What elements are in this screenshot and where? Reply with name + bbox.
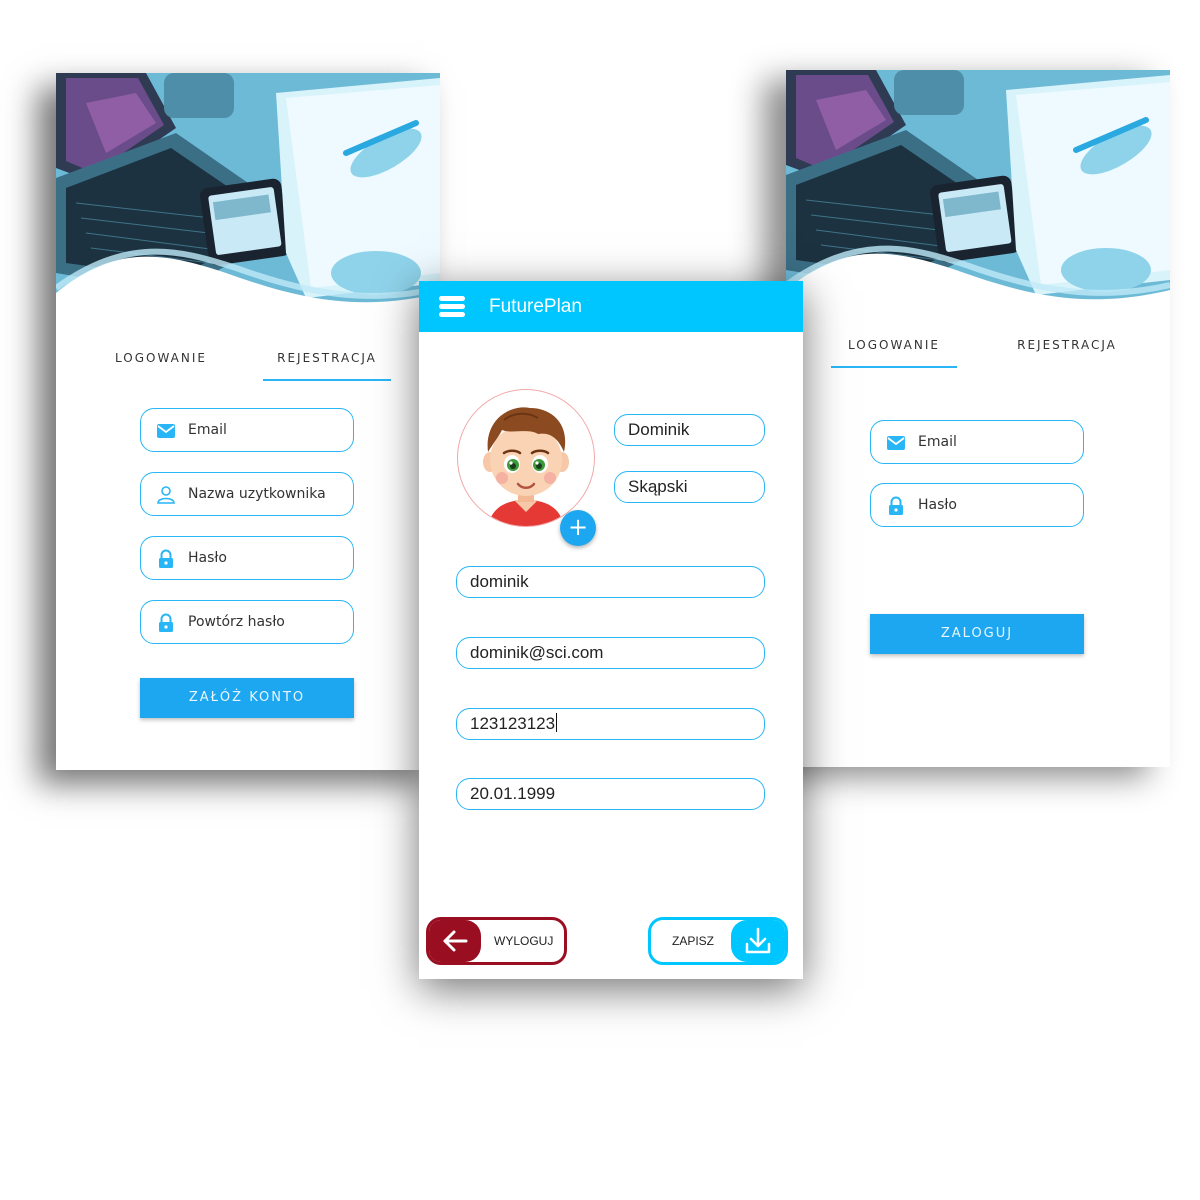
hero-image <box>56 73 440 313</box>
app-title: FuturePlan <box>489 296 582 317</box>
username-input[interactable]: dominik <box>456 566 765 598</box>
tab-login[interactable]: LOGOWANIE <box>831 330 957 368</box>
add-photo-button[interactable]: + <box>560 510 596 546</box>
email-input[interactable]: dominik@sci.com <box>456 637 765 669</box>
birth-date-input[interactable]: 20.01.1999 <box>456 778 765 810</box>
save-icon-area <box>731 920 785 962</box>
user-icon <box>156 485 176 505</box>
password-field[interactable]: Hasło <box>140 536 354 580</box>
email-field-label: Email <box>188 422 227 438</box>
last-name-input[interactable]: Skąpski <box>614 471 765 503</box>
password-field-label: Hasło <box>188 550 227 566</box>
phone-input[interactable]: 123123123 <box>456 708 765 740</box>
lock-icon <box>886 496 906 516</box>
logout-label: WYLOGUJ <box>494 934 554 948</box>
profile-screen: FuturePlan + Dominik Skąpski dominik dom… <box>419 281 803 979</box>
plus-icon: + <box>567 513 589 541</box>
login-screen: LOGOWANIE REJESTRACJA Email Hasło ZALOGU… <box>786 70 1170 767</box>
mail-icon <box>886 433 906 453</box>
register-screen: LOGOWANIE REJESTRACJA Email Nazwa uzytko… <box>56 73 440 770</box>
app-bar: FuturePlan <box>419 281 803 332</box>
email-field-label: Email <box>918 434 957 450</box>
avatar[interactable] <box>457 389 595 527</box>
auth-tabs: LOGOWANIE REJESTRACJA <box>56 343 440 383</box>
lock-icon <box>156 549 176 569</box>
create-account-button[interactable]: ZAŁÓŻ KONTO <box>140 678 354 718</box>
first-name-input[interactable]: Dominik <box>614 414 765 446</box>
tab-login[interactable]: LOGOWANIE <box>101 343 221 381</box>
username-field[interactable]: Nazwa uzytkownika <box>140 472 354 516</box>
password-field[interactable]: Hasło <box>870 483 1084 527</box>
menu-icon[interactable] <box>439 296 465 318</box>
logout-button[interactable]: WYLOGUJ <box>426 917 567 965</box>
text-caret <box>556 713 558 732</box>
lock-icon <box>156 613 176 633</box>
mail-icon <box>156 421 176 441</box>
boy-avatar-icon <box>483 407 569 526</box>
download-icon <box>745 927 771 954</box>
tab-register[interactable]: REJESTRACJA <box>263 343 391 381</box>
save-button[interactable]: ZAPISZ <box>648 917 788 965</box>
hero-image <box>786 70 1170 310</box>
repeat-password-field-label: Powtórz hasło <box>188 614 285 630</box>
email-field[interactable]: Email <box>140 408 354 452</box>
auth-tabs: LOGOWANIE REJESTRACJA <box>786 330 1170 370</box>
login-button[interactable]: ZALOGUJ <box>870 614 1084 654</box>
tab-register[interactable]: REJESTRACJA <box>1006 330 1128 368</box>
repeat-password-field[interactable]: Powtórz hasło <box>140 600 354 644</box>
password-field-label: Hasło <box>918 497 957 513</box>
email-field[interactable]: Email <box>870 420 1084 464</box>
arrow-left-icon <box>443 930 468 952</box>
username-field-label: Nazwa uzytkownika <box>188 486 326 502</box>
save-label: ZAPISZ <box>672 934 715 948</box>
phone-value: 123123123 <box>470 714 556 733</box>
logout-icon-area <box>429 920 481 962</box>
